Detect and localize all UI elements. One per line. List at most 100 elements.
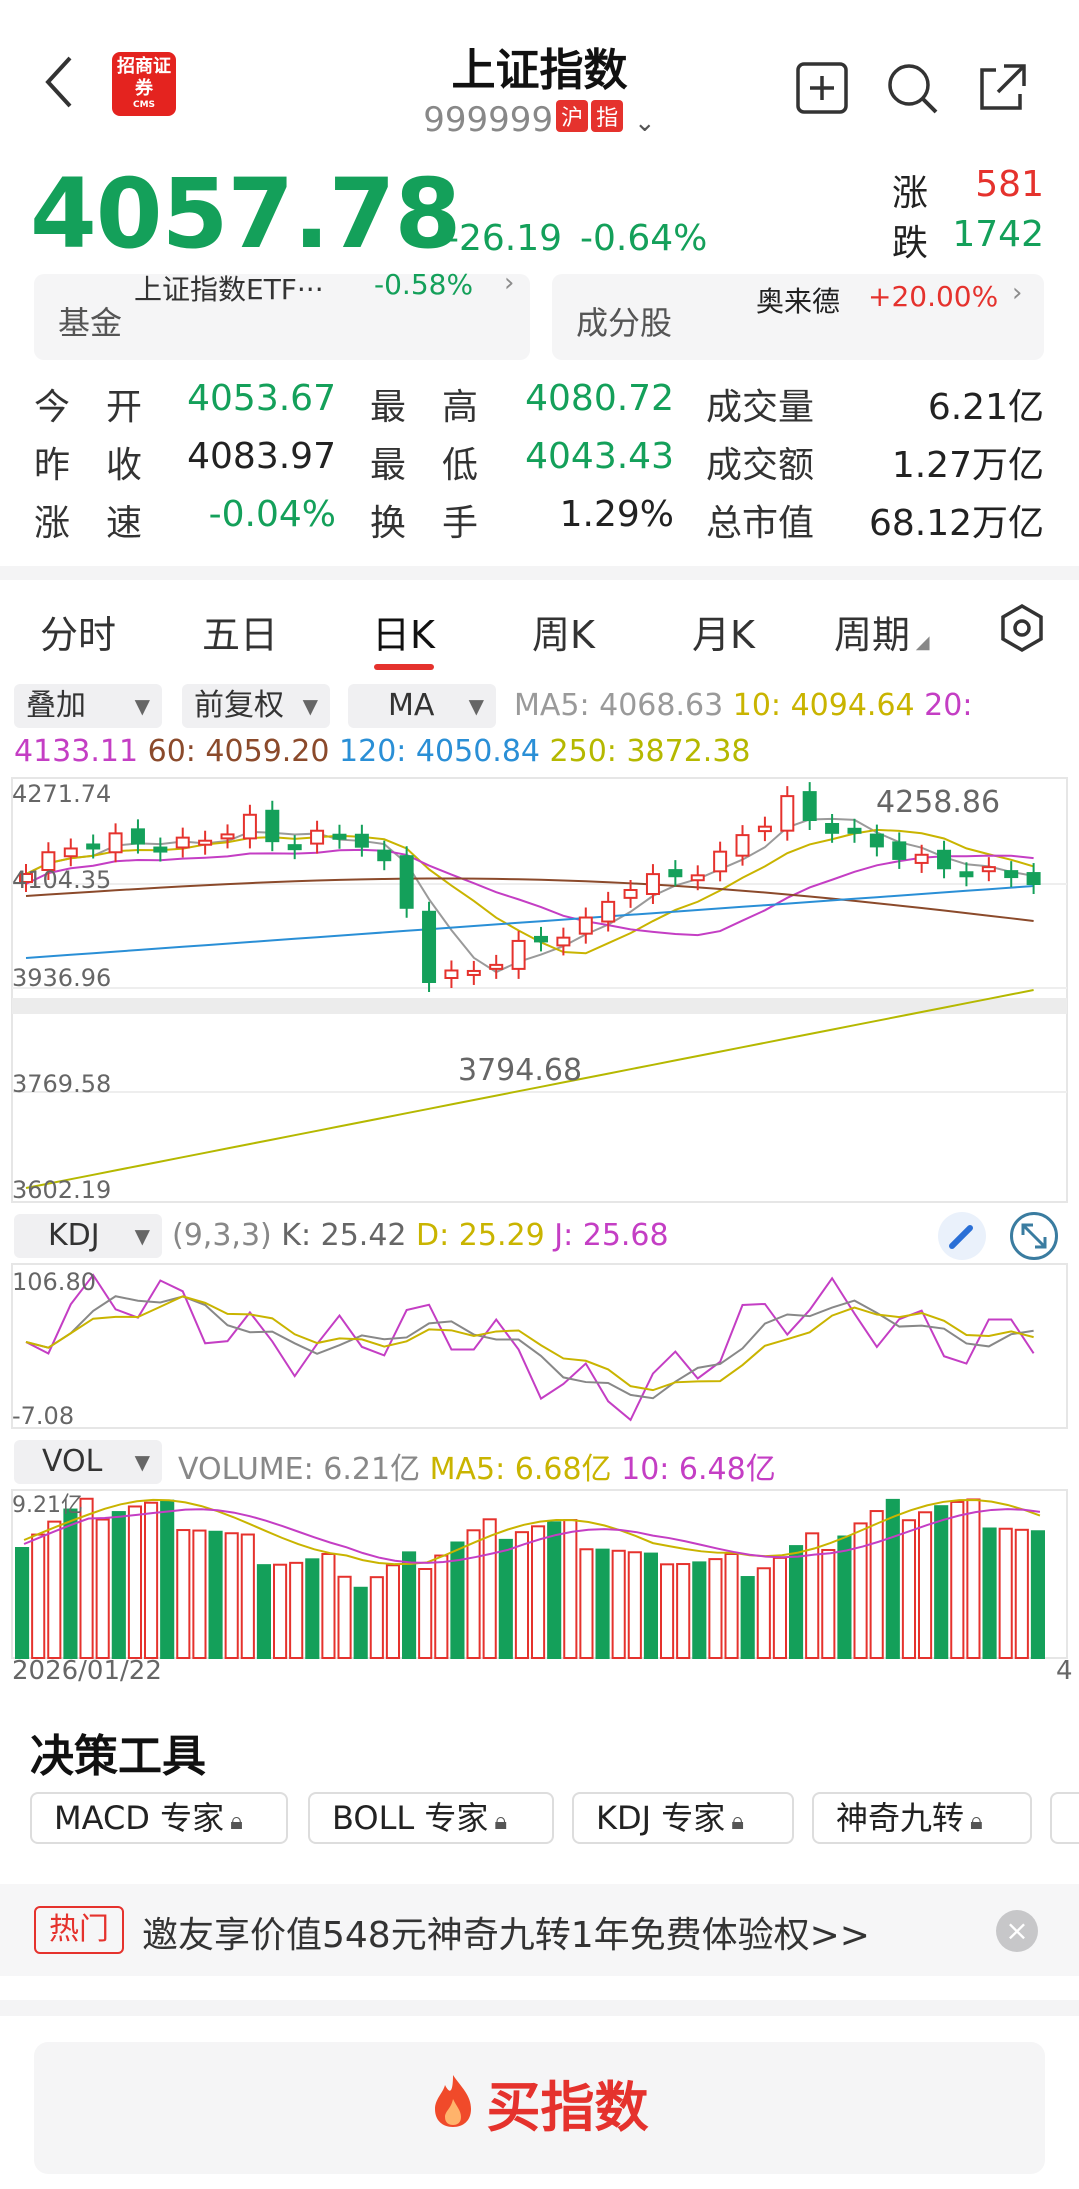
active-tab-indicator (374, 664, 434, 670)
stat-value: -0.04% (208, 494, 336, 535)
volume-bar (144, 1501, 159, 1659)
vol-dropdown[interactable]: VOL (14, 1440, 162, 1484)
candle (511, 939, 526, 970)
candle (825, 823, 840, 834)
kdj-chart[interactable]: 106.80 -7.08 (0, 1262, 1079, 1430)
candle (1026, 872, 1041, 885)
stat-label: 换 手 (370, 503, 479, 544)
chevron-right-icon: › (1012, 278, 1023, 308)
share-icon (980, 64, 1026, 110)
constituent-pct: +20.00% (868, 280, 999, 313)
candle (377, 849, 392, 862)
volume-bar (901, 1519, 916, 1660)
add-watchlist-button[interactable] (794, 60, 854, 120)
candle (690, 874, 705, 882)
constituent-label: 成分股 (576, 304, 673, 342)
candle (578, 916, 593, 935)
candle (399, 855, 414, 909)
volume-bar (692, 1561, 707, 1659)
ma20-label: 20: (924, 688, 973, 723)
volume-bar (724, 1552, 739, 1659)
candle (645, 873, 660, 896)
kdj-dropdown[interactable]: KDJ (14, 1214, 162, 1258)
draw-tool-button[interactable] (938, 1212, 986, 1260)
hot-tag: 热门 (34, 1906, 124, 1954)
search-button[interactable] (884, 60, 944, 120)
tab-period[interactable]: 周期 ◢ (834, 604, 930, 659)
fund-card[interactable]: 基金 上证指数ETF··· -0.58% › (34, 268, 530, 360)
tab-daily-k[interactable]: 日K (372, 604, 435, 659)
tab-weekly-k[interactable]: 周K (532, 604, 595, 659)
stock-code: 999999 (423, 100, 554, 140)
ma10-value: 10: 4094.64 (732, 688, 915, 723)
price-change-pct: -0.64% (580, 218, 708, 259)
candle (153, 846, 168, 853)
candle (354, 833, 369, 848)
tab-five-day[interactable]: 五日 (202, 604, 278, 659)
candlestick-chart[interactable]: 4271.74 4104.35 3936.96 3769.58 3602.19 … (0, 776, 1079, 1206)
macd-expert-chip[interactable]: MACD 专家 🔒︎ (30, 1792, 288, 1844)
kdj-y-bottom: -7.08 (12, 1402, 74, 1430)
candle (310, 829, 325, 845)
volume-bar (192, 1529, 207, 1659)
boll-expert-chip[interactable]: BOLL 专家 🔒︎ (308, 1792, 554, 1844)
promo-text[interactable]: 邀友享价值548元神奇九转1年免费体验权>> (142, 1906, 870, 1958)
tab-minute[interactable]: 分时 (40, 604, 116, 659)
tab-monthly-k[interactable]: 月K (692, 604, 755, 659)
volume-bar (643, 1552, 658, 1659)
magic-nine-chip[interactable]: 神奇九转 🔒︎ (812, 1792, 1032, 1844)
overlay-dropdown[interactable]: 叠加 (14, 684, 162, 728)
candle (265, 809, 280, 843)
stat-value: 1.27万亿 (891, 445, 1044, 486)
volume-bar (111, 1511, 126, 1659)
volume-bar (563, 1519, 578, 1660)
candle (534, 935, 548, 943)
stat-label: 总市值 (706, 503, 815, 544)
more-chip-partial[interactable] (1050, 1792, 1079, 1844)
expand-icon (1021, 1223, 1047, 1249)
candle (892, 841, 907, 860)
volume-bar (47, 1520, 62, 1659)
close-icon[interactable]: × (996, 1910, 1038, 1952)
buy-index-button[interactable]: 买指数 (34, 2042, 1045, 2174)
stat-label: 成交量 (706, 387, 815, 428)
volume-bar (660, 1563, 675, 1659)
share-button[interactable] (974, 60, 1034, 120)
vol-ma10: 10: 6.48亿 (621, 1452, 776, 1487)
stat-value: 4083.97 (187, 436, 336, 477)
volume-chart[interactable]: 9.21亿 (0, 1488, 1079, 1662)
indicator-dropdown[interactable]: MA (348, 684, 496, 728)
chart-settings-button[interactable] (996, 602, 1048, 658)
stat-value: 4080.72 (525, 378, 674, 419)
constituent-name: 奥来德 (756, 285, 841, 318)
vol-legend: VOLUME: 6.21亿 MA5: 6.68亿 10: 6.48亿 (178, 1444, 776, 1488)
candle (735, 834, 750, 857)
volume-bar (79, 1497, 94, 1659)
volume-bar (611, 1549, 626, 1659)
kdj-d: D: 25.29 (416, 1218, 545, 1253)
volume-bar (418, 1567, 433, 1659)
ma5-value: MA5: 4068.63 (514, 688, 724, 723)
volume-bar (595, 1548, 610, 1659)
volume-bar (998, 1527, 1013, 1660)
date-start: 2026/01/22 (12, 1656, 162, 1686)
candle (869, 833, 884, 848)
adjust-dropdown[interactable]: 前复权 (182, 684, 330, 728)
volume-bar (756, 1567, 771, 1659)
volume-bar (885, 1498, 900, 1659)
vol-volume: VOLUME: 6.21亿 (178, 1452, 421, 1487)
constituent-card[interactable]: 成分股 奥来德 +20.00% › (552, 274, 1044, 360)
candle (937, 849, 952, 870)
candle (1004, 870, 1019, 879)
kdj-expert-chip[interactable]: KDJ 专家 🔒︎ (572, 1792, 794, 1844)
stat-label: 最 低 (370, 445, 479, 486)
volume-bar (273, 1563, 288, 1659)
fund-label: 基金 (58, 304, 123, 342)
expand-chart-button[interactable] (1010, 1212, 1058, 1260)
volume-bar (676, 1563, 691, 1659)
candle (959, 871, 974, 878)
candle (198, 839, 213, 846)
settings-hexagon-icon (1001, 603, 1043, 653)
chevron-right-icon: › (504, 268, 515, 298)
volume-bar (63, 1508, 78, 1659)
